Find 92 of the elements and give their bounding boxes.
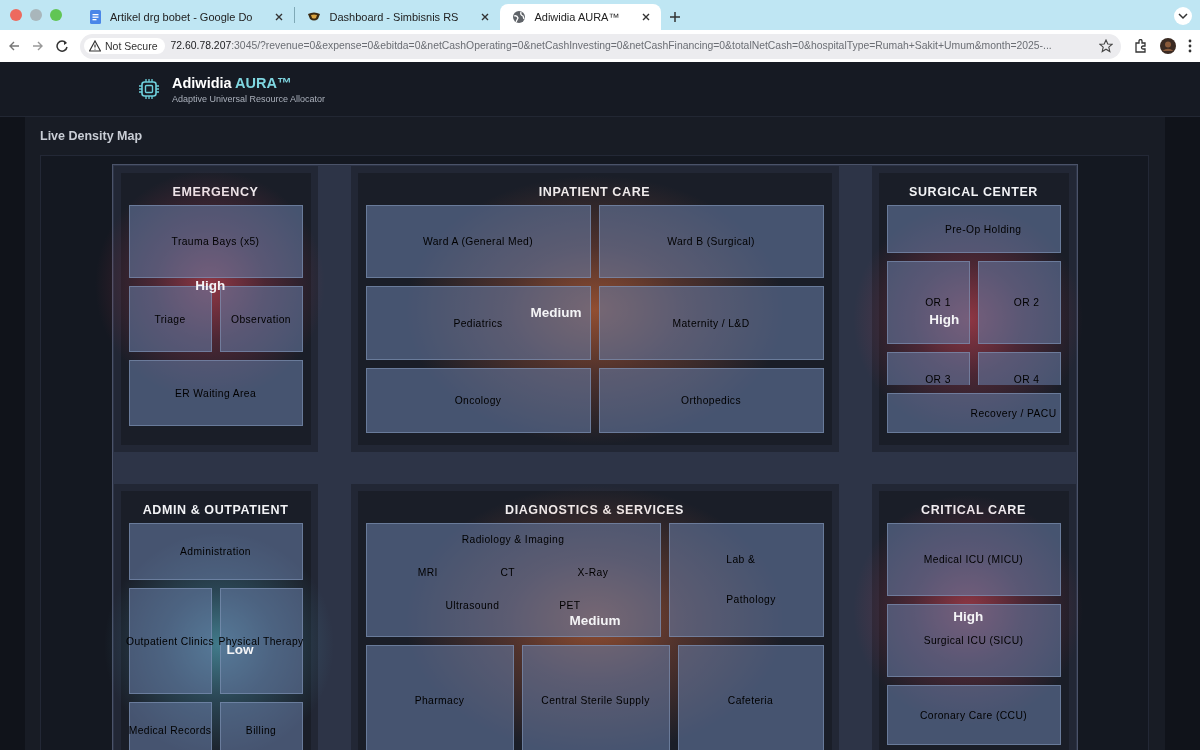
chip-icon [139,79,159,99]
room-area[interactable]: Coronary Care (CCU) [886,685,1061,745]
room-area[interactable]: Lab & Pathology [668,523,824,637]
room-label: Radiology & Imaging [461,534,565,545]
room-label: Triage [154,313,186,325]
room-label: Maternity / L&D [672,317,750,329]
browser-tab[interactable]: Adiwidia AURA™ [500,4,662,30]
puzzle-icon[interactable] [1133,38,1148,54]
room-area[interactable]: OR 3 [886,352,970,385]
section-title: Live Density Map [40,128,144,144]
room-area[interactable]: Pre-Op Holding [886,205,1061,253]
security-chip[interactable]: Not Secure [84,38,165,54]
room-area[interactable]: Recovery / PACU [886,393,1061,433]
room-label: Pediatrics [453,317,503,329]
modality-label: X-Ray [577,567,609,578]
room-area[interactable]: Ward B (Surgical) [598,205,824,278]
close-icon[interactable] [641,12,652,22]
room-area[interactable]: Orthopedics [598,368,824,433]
room-label: OR 3 [925,374,951,385]
room-label: OR 4 [1013,374,1040,385]
room-area[interactable]: Medical Records [128,702,212,750]
avatar-icon[interactable] [1160,38,1176,54]
room-label: Recovery / PACU [970,407,1057,419]
warning-icon [89,40,101,52]
reload-icon[interactable] [56,40,68,52]
density-label: Medium [530,304,582,320]
zone-title: EMERGENCY [171,184,260,201]
density-label: Medium [569,612,621,628]
close-icon[interactable] [480,12,491,22]
zone-title: CRITICAL CARE [920,502,1027,519]
room-area[interactable]: ER Waiting Area [128,360,303,426]
room-label: Medical ICU (MICU) [923,554,1024,565]
room-area[interactable]: Oncology [365,368,591,433]
modality-label: PET [559,600,581,611]
room-area[interactable]: Radiology & Imaging MRI CT X-Ray Ultrasound PET Medium [365,523,661,637]
room-area[interactable]: Physical Therapy Low [219,588,303,694]
app-title: Adiwidia AURA™ [172,74,293,91]
room-area[interactable]: Trauma Bays (x5) [128,205,303,278]
close-icon[interactable] [274,12,285,22]
address-bar[interactable]: Not Secure 72.60.78.207:3045/?revenue=0&expense=0&ebitda=0&netCashOperating=0&netCashInvesting=0&netCashFinancing=0&totalNetCash=0&hospitalType=Rumah+Sakit+Umum&month=2025-... [80,33,1121,59]
room-label: ER Waiting Area [174,387,257,399]
forward-icon[interactable] [32,40,44,52]
room-area[interactable]: Central Sterile Supply [521,645,670,750]
room-label: Billing [245,724,277,736]
room-label: Ward B (Surgical) [667,236,755,247]
room-area[interactable]: Administration [128,523,303,580]
room-area[interactable]: Billing [219,702,303,750]
zone-title: INPATIENT CARE [537,184,652,201]
browser-tab[interactable]: Artikel drg bobet - Google Do [76,4,295,30]
modality-label: Ultrasound [445,600,500,611]
room-area[interactable]: OR 2 [977,261,1061,344]
room-label: Observation [231,313,291,325]
globe-icon [512,10,527,24]
zone-title: ADMIN & OUTPATIENT [141,502,290,519]
modality-label: CT [500,567,515,578]
density-label: High [929,311,960,327]
room-label: OR 1 [925,297,951,308]
room-label: Lab & Pathology [725,553,776,607]
room-label: Oncology [454,395,502,406]
document-icon [88,10,102,24]
room-area[interactable]: Medical ICU (MICU) [886,523,1061,596]
room-label: Central Sterile Supply [541,694,650,706]
room-area[interactable]: OR 1 High [886,261,970,344]
modality-label: MRI [417,567,438,578]
room-label: Ward A (General Med) [422,236,534,247]
zone-title: DIAGNOSTICS & SERVICES [504,502,685,519]
zone-title: SURGICAL CENTER [908,184,1039,201]
room-label: OR 2 [1013,297,1040,308]
browser-tab[interactable]: Dashboard - Simbisnis RS [295,4,501,30]
room-area[interactable]: Maternity / L&D [598,286,824,360]
dropdown-icon[interactable] [1174,7,1192,25]
room-label: Physical Therapy [218,635,304,647]
menu-icon[interactable] [1188,39,1192,53]
room-label: Cafeteria [727,694,774,706]
room-label: Coronary Care (CCU) [919,709,1028,721]
room-area[interactable]: Ward A (General Med) [365,205,591,278]
new-tab-icon[interactable] [669,11,682,23]
room-area[interactable]: Pediatrics Medium [365,286,591,360]
star-icon[interactable] [1099,39,1113,53]
app-subtitle: Adaptive Universal Resource Allocator [172,93,326,104]
room-label: Trauma Bays (x5) [171,236,260,247]
back-icon[interactable] [8,40,20,52]
density-label: High [953,608,984,624]
room-label: Pharmacy [414,694,465,706]
room-area[interactable]: Cafeteria [677,645,824,750]
room-label: Pre-Op Holding [944,223,1022,235]
url-text[interactable]: 72.60.78.207:3045/?revenue=0&expense=0&ebitda=0&netCashOperating=0&netCashInvesting=0&netCashFinancing=0&totalNetCash=0&hospitalType=Rumah+Sakit+Umum&month=2025-... [170,39,1093,53]
room-label: Administration [180,546,251,557]
room-label: Medical Records [128,724,212,736]
room-area[interactable]: Pharmacy [365,645,514,750]
room-label: Orthopedics [681,395,741,406]
room-area[interactable]: OR 4 [977,352,1061,385]
